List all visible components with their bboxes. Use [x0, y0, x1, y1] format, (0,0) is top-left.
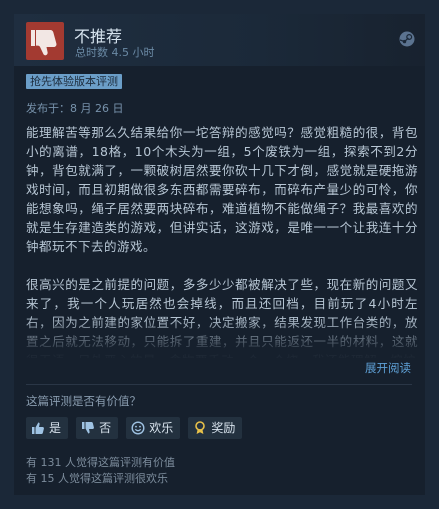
vote-yes-label: 是 — [49, 421, 62, 435]
posted-date: 发布于：8 月 26 日 — [26, 102, 124, 115]
helpful-question: 这篇评测是否有价值？ — [26, 394, 141, 408]
smiley-icon — [131, 421, 145, 435]
award-label: 奖励 — [211, 421, 236, 435]
vote-funny-label: 欢乐 — [149, 421, 174, 435]
thumbs-up-icon — [32, 422, 44, 434]
early-access-badge: 抢先体验版本评测 — [26, 74, 122, 89]
expand-review-link[interactable]: 展开阅读 — [365, 360, 411, 376]
award-button[interactable]: 奖励 — [188, 417, 243, 439]
review-fade-overlay — [14, 317, 425, 367]
funny-count: 有 15 人觉得这篇评测很欢乐 — [26, 472, 168, 485]
divider — [26, 384, 412, 385]
review-paragraph: 能理解苦等那么久结果给你一坨答辩的感觉吗？感觉粗糙的很，背包小的离谱，18格，1… — [26, 125, 418, 254]
helpful-count: 有 131 人觉得这篇评测有价值 — [26, 456, 175, 469]
award-icon — [195, 421, 206, 434]
vote-no-label: 否 — [99, 421, 112, 435]
thumbs-down-icon — [82, 422, 95, 434]
playtime-hours: 总时数 4.5 小时 — [75, 46, 155, 59]
review-card: 不推荐 总时数 4.5 小时 抢先体验版本评测 发布于：8 月 26 日 能理解… — [14, 14, 425, 495]
review-header: 不推荐 总时数 4.5 小时 — [14, 14, 425, 66]
vote-yes-button[interactable]: 是 — [26, 417, 69, 439]
vote-buttons: 是 否 欢乐 奖励 — [26, 417, 245, 439]
thumbs-down-icon — [31, 30, 57, 56]
vote-funny-button[interactable]: 欢乐 — [126, 417, 181, 439]
steam-logo-icon — [399, 31, 415, 47]
not-recommended-badge — [26, 22, 64, 60]
vote-no-button[interactable]: 否 — [76, 417, 119, 439]
